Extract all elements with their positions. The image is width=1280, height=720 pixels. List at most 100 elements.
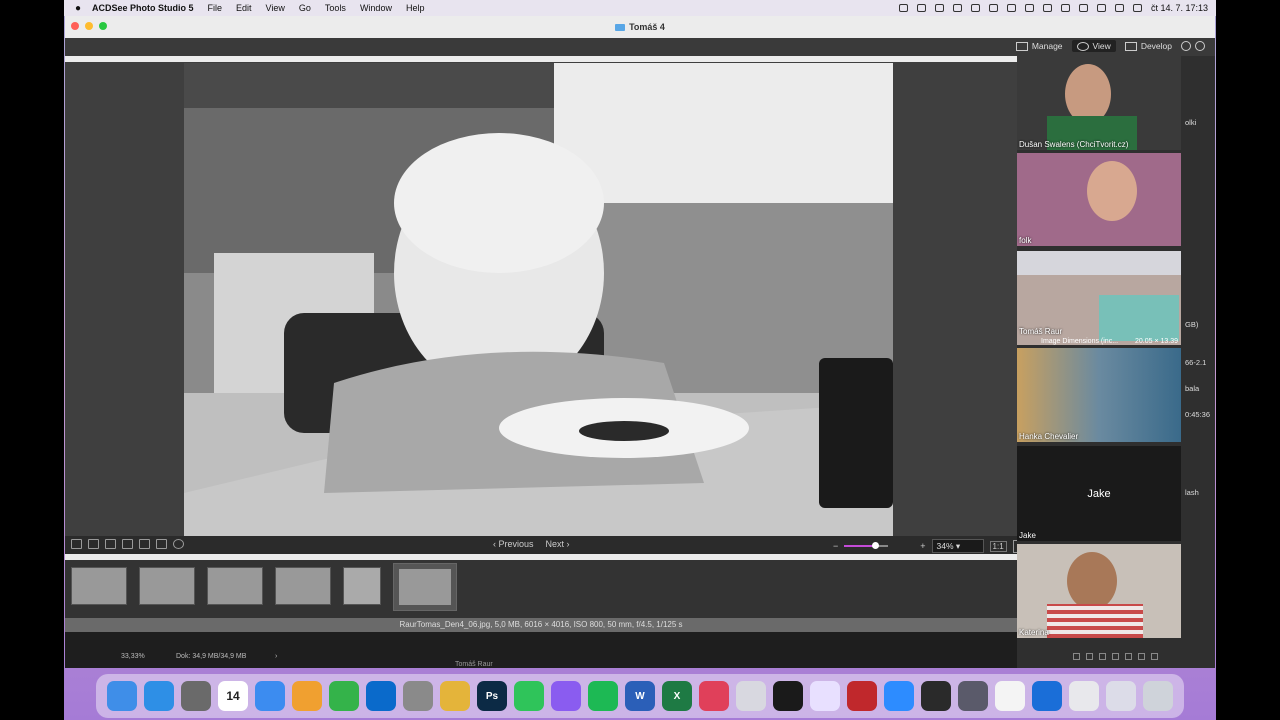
display-icon[interactable] — [988, 4, 998, 12]
status-partial-label: Tomáš Raur — [455, 661, 493, 668]
battery-icon[interactable] — [1042, 4, 1052, 12]
menu-help[interactable]: Help — [406, 3, 425, 13]
dashboard-icon[interactable] — [1195, 41, 1205, 51]
spotlight-icon[interactable] — [1096, 4, 1106, 12]
volume-icon[interactable] — [1006, 4, 1016, 12]
filmstrip-icon[interactable] — [156, 539, 167, 549]
document-icon[interactable] — [1069, 681, 1099, 711]
export-icon[interactable] — [71, 539, 82, 549]
textedit-icon[interactable] — [995, 681, 1025, 711]
zoom-out-button[interactable]: − — [833, 541, 838, 551]
numbers-icon[interactable] — [329, 681, 359, 711]
calendar-icon[interactable]: 14 — [218, 681, 248, 711]
mail-icon[interactable] — [736, 681, 766, 711]
photoshop-icon[interactable]: Ps — [477, 681, 507, 711]
link-icon[interactable] — [1073, 653, 1080, 660]
pages-icon[interactable] — [292, 681, 322, 711]
zoom-in-button[interactable]: + — [920, 541, 925, 551]
actual-size-button[interactable]: 1:1 — [989, 540, 1007, 552]
whatsapp-icon[interactable] — [514, 681, 544, 711]
zoom-button[interactable] — [99, 22, 107, 30]
camera-raw-icon[interactable] — [847, 681, 877, 711]
resize-icon[interactable] — [122, 539, 133, 549]
word-icon[interactable]: W — [625, 681, 655, 711]
preview-icon[interactable] — [1106, 681, 1136, 711]
menu-window[interactable]: Window — [360, 3, 392, 13]
eye-icon — [1076, 41, 1089, 51]
speaker-icon[interactable] — [699, 681, 729, 711]
trash-icon[interactable] — [1143, 681, 1173, 711]
control-center-icon[interactable] — [1114, 4, 1124, 12]
chrome-icon[interactable] — [440, 681, 470, 711]
thumbnail[interactable] — [139, 567, 195, 605]
video-tile[interactable]: Dušan Swalens (ChciTvorit.cz) — [1017, 56, 1181, 150]
mode-view-button[interactable]: View — [1071, 40, 1116, 52]
finder-icon[interactable] — [107, 681, 137, 711]
outlook-icon[interactable] — [366, 681, 396, 711]
menu-edit[interactable]: Edit — [236, 3, 252, 13]
app-name-menu[interactable]: ACDSee Photo Studio 5 — [92, 3, 194, 13]
time-machine-icon[interactable] — [1078, 4, 1088, 12]
messenger-icon[interactable] — [551, 681, 581, 711]
excel-icon[interactable]: X — [662, 681, 692, 711]
delete-icon[interactable] — [1151, 653, 1158, 660]
fx-icon[interactable] — [1086, 653, 1093, 660]
video-tile[interactable]: Hanka Chevalier — [1017, 348, 1181, 442]
main-photo[interactable] — [184, 63, 893, 536]
zoom-slider[interactable] — [844, 542, 889, 549]
mode-develop-button[interactable]: Develop — [1120, 40, 1177, 52]
menubar-clock[interactable]: čt 14. 7. 17:13 — [1151, 3, 1208, 13]
chatgpt-icon[interactable] — [773, 681, 803, 711]
spotify-icon[interactable] — [588, 681, 618, 711]
thumbnail[interactable] — [71, 567, 127, 605]
video-tile[interactable]: Jake Jake — [1017, 446, 1181, 541]
bluetooth-icon[interactable] — [1024, 4, 1034, 12]
menu-view[interactable]: View — [266, 3, 285, 13]
cc-icon[interactable] — [934, 4, 944, 12]
wifi-icon[interactable] — [1060, 4, 1070, 12]
scanner-icon[interactable] — [181, 681, 211, 711]
video-tile[interactable]: Tomáš Raur Image Dimensions (inc... 20.0… — [1017, 251, 1181, 345]
dropbox-icon[interactable] — [952, 4, 962, 12]
zoom-select[interactable]: 34% ▾ — [931, 539, 984, 553]
365-icon[interactable] — [1181, 41, 1191, 51]
thumbnail[interactable] — [207, 567, 263, 605]
folder-icon[interactable] — [1125, 653, 1132, 660]
screen-share-icon[interactable] — [916, 4, 926, 12]
siri-icon[interactable] — [1132, 4, 1142, 12]
zoom-slider-knob[interactable] — [872, 542, 880, 549]
obs-icon[interactable] — [921, 681, 951, 711]
menu-tools[interactable]: Tools — [325, 3, 346, 13]
quicktime-icon[interactable] — [958, 681, 988, 711]
status-caret[interactable]: › — [275, 653, 277, 660]
previous-button[interactable]: ‹ Previous — [493, 539, 534, 549]
close-button[interactable] — [71, 22, 79, 30]
refresh-icon[interactable] — [173, 539, 184, 549]
rotate-left-icon[interactable] — [88, 539, 99, 549]
slideshow-icon[interactable] — [139, 539, 150, 549]
copy-icon[interactable] — [1112, 653, 1119, 660]
menu-file[interactable]: File — [208, 3, 223, 13]
zoom-icon[interactable] — [884, 681, 914, 711]
next-button[interactable]: Next › — [546, 539, 570, 549]
video-tile[interactable]: Katerina — [1017, 544, 1181, 638]
new-icon[interactable] — [1138, 653, 1145, 660]
teamviewer-icon[interactable] — [1032, 681, 1062, 711]
play-icon[interactable] — [970, 4, 980, 12]
safari-icon[interactable] — [144, 681, 174, 711]
rotate-right-icon[interactable] — [105, 539, 116, 549]
video-tile[interactable]: folk — [1017, 153, 1181, 246]
affinity-icon[interactable] — [810, 681, 840, 711]
status-item-icon[interactable] — [898, 4, 908, 12]
thumbnail[interactable] — [275, 567, 331, 605]
image-viewer[interactable] — [65, 62, 1017, 537]
apple-icon[interactable]: ● — [64, 3, 92, 14]
minimize-button[interactable] — [85, 22, 93, 30]
settings-icon[interactable] — [403, 681, 433, 711]
appstore-icon[interactable] — [255, 681, 285, 711]
thumbnail-selected[interactable] — [393, 563, 457, 611]
save-icon[interactable] — [1099, 653, 1106, 660]
thumbnail[interactable] — [343, 567, 381, 605]
mode-manage-button[interactable]: Manage — [1011, 40, 1068, 52]
menu-go[interactable]: Go — [299, 3, 311, 13]
